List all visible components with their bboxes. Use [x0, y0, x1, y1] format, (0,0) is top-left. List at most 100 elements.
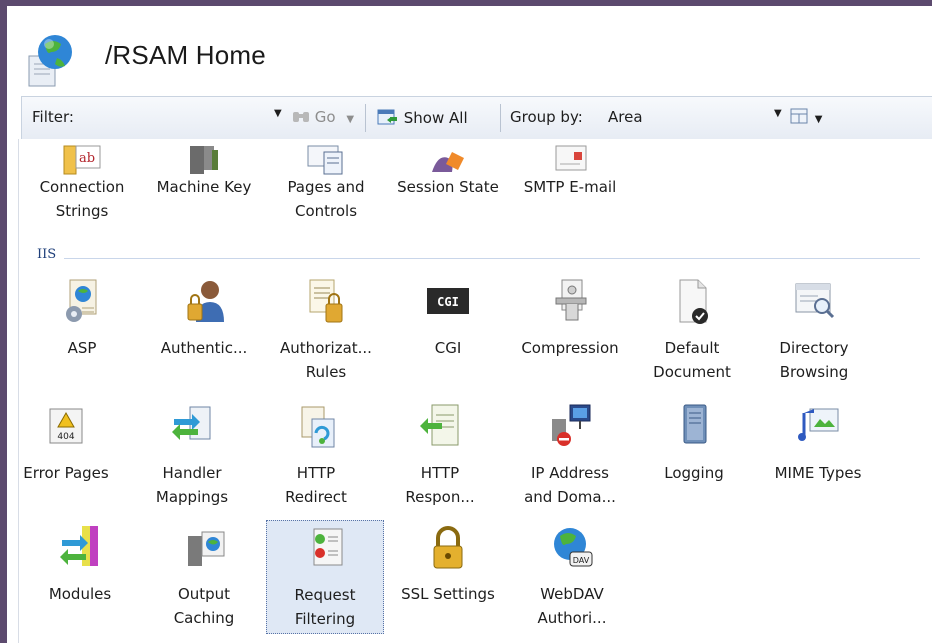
feature-label: IP Address: [531, 464, 609, 482]
feature-label: Redirect: [285, 488, 347, 506]
conn-icon-text: ab: [79, 151, 95, 166]
http-redirect-icon: [301, 406, 335, 448]
feature-label: and Doma...: [524, 488, 616, 506]
group-by-select[interactable]: Area: [608, 108, 643, 126]
feature-label: Handler: [162, 464, 222, 482]
binoculars-icon: [293, 112, 309, 122]
output-caching-icon: [188, 531, 225, 566]
feature-http-redirect[interactable]: HTTP Redirect: [258, 403, 374, 521]
page-title: /RSAM Home: [105, 40, 266, 70]
feature-label: Output: [177, 585, 231, 603]
modules-icon: [60, 526, 98, 566]
feature-label: SMTP E-mail: [523, 178, 617, 196]
group-divider: [64, 258, 920, 259]
feature-label: Caching: [173, 609, 235, 627]
handler-mappings-icon: [172, 406, 211, 440]
feature-label: Browsing: [779, 363, 849, 381]
error-pages-icon: 404: [49, 408, 83, 444]
filter-label: Filter:: [32, 108, 74, 126]
ip-address-domain-icon: [552, 404, 591, 446]
feature-error-pages[interactable]: 404 Error Pages: [8, 403, 124, 521]
go-button[interactable]: Go ▼: [292, 108, 354, 126]
feature-label: Authori...: [537, 609, 607, 627]
webdav-globe-icon: DAV: [554, 528, 593, 567]
go-label: Go: [314, 108, 336, 126]
mime-types-icon: [798, 408, 839, 441]
authentication-icon: [187, 281, 224, 322]
feature-connection-strings[interactable]: ab Connection Strings: [24, 139, 140, 257]
feature-http-response-headers[interactable]: HTTP Respon...: [382, 403, 498, 521]
feature-label: Mappings: [155, 488, 229, 506]
view-mode-button[interactable]: ▼: [790, 108, 822, 126]
feature-label: Respon...: [405, 488, 475, 506]
group-by-dropdown-arrow-icon[interactable]: ▼: [774, 108, 782, 119]
feature-handler-mappings[interactable]: Handler Mappings: [134, 403, 250, 521]
page-header: /RSAM Home: [7, 6, 932, 94]
feature-label: Connection: [39, 178, 125, 196]
asp-icon: [66, 279, 97, 322]
feature-label: Document: [653, 363, 731, 381]
show-all-button[interactable]: Show All: [377, 108, 468, 127]
site-globe-icon: [28, 35, 72, 87]
feature-machine-key[interactable]: Machine Key: [146, 139, 262, 257]
feature-pages-and-controls[interactable]: Pages and Controls: [268, 139, 384, 257]
feature-label: Controls: [294, 202, 358, 220]
feature-label: Error Pages: [23, 464, 109, 482]
window-frame-left: [0, 0, 7, 643]
compression-icon: [555, 279, 587, 321]
feature-mime-types[interactable]: MIME Types: [760, 403, 876, 521]
feature-label: Authentic...: [160, 339, 248, 357]
ssl-lock-icon: [433, 526, 463, 569]
feature-authorization-rules[interactable]: Authorizat... Rules: [268, 278, 384, 396]
feature-label: WebDAV: [540, 585, 604, 603]
group-by-label: Group by:: [510, 108, 583, 126]
feature-label: Machine Key: [156, 178, 252, 196]
cgi-icon: CGI: [427, 288, 469, 314]
show-all-label: Show All: [403, 109, 468, 127]
feature-label: HTTP: [420, 464, 460, 482]
feature-smtp-email[interactable]: SMTP E-mail: [512, 139, 628, 257]
feature-label: Default: [664, 339, 720, 357]
feature-default-document[interactable]: Default Document: [634, 278, 750, 396]
go-dropdown-arrow-icon: ▼: [346, 114, 355, 125]
feature-label: Authorizat...: [280, 339, 372, 357]
feature-directory-browsing[interactable]: Directory Browsing: [756, 278, 872, 396]
feature-webdav-authoring[interactable]: DAV WebDAV Authori...: [514, 524, 630, 642]
feature-label: Strings: [55, 202, 109, 220]
feature-asp[interactable]: ASP: [24, 278, 140, 396]
feature-output-caching[interactable]: Output Caching: [146, 524, 262, 642]
authorization-rules-icon: [309, 279, 343, 323]
feature-request-filtering[interactable]: Request Filtering: [266, 520, 384, 634]
filter-dropdown-arrow-icon[interactable]: ▼: [274, 108, 282, 119]
feature-ssl-settings[interactable]: SSL Settings: [390, 524, 506, 642]
feature-ip-address-domain[interactable]: IP Address and Doma...: [512, 403, 628, 521]
feature-label: MIME Types: [774, 464, 862, 482]
feature-label: Modules: [48, 585, 112, 603]
show-all-icon: [377, 109, 397, 125]
cgi-icon-text: CGI: [437, 295, 459, 309]
group-header-iis[interactable]: IIS: [37, 247, 56, 262]
feature-label: HTTP: [296, 464, 336, 482]
feature-label: Filtering: [294, 610, 356, 628]
feature-compression[interactable]: Compression: [512, 278, 628, 396]
feature-logging[interactable]: Logging: [636, 403, 752, 521]
feature-modules[interactable]: Modules: [22, 524, 138, 642]
feature-label: Rules: [305, 363, 347, 381]
feature-authentication[interactable]: Authentic...: [146, 278, 262, 396]
toolbar-separator: [500, 104, 501, 132]
webdav-icon-text: DAV: [573, 556, 590, 565]
feature-label: Logging: [664, 464, 724, 482]
feature-label: ASP: [67, 339, 97, 357]
feature-cgi[interactable]: CGI CGI: [390, 278, 506, 396]
feature-label: Pages and: [287, 178, 365, 196]
feature-label: CGI: [434, 339, 462, 357]
feature-label: Compression: [521, 339, 619, 357]
filter-toolbar: Filter: ▼ Go ▼ Show All Group by: Area ▼…: [21, 96, 932, 140]
feature-label: Request: [294, 586, 356, 604]
feature-session-state[interactable]: Session State: [390, 139, 506, 257]
filter-input[interactable]: [88, 104, 268, 132]
feature-label: Session State: [397, 178, 499, 196]
view-dropdown-arrow-icon: ▼: [814, 114, 823, 125]
feature-label: Directory: [779, 339, 849, 357]
toolbar-separator: [365, 104, 366, 132]
